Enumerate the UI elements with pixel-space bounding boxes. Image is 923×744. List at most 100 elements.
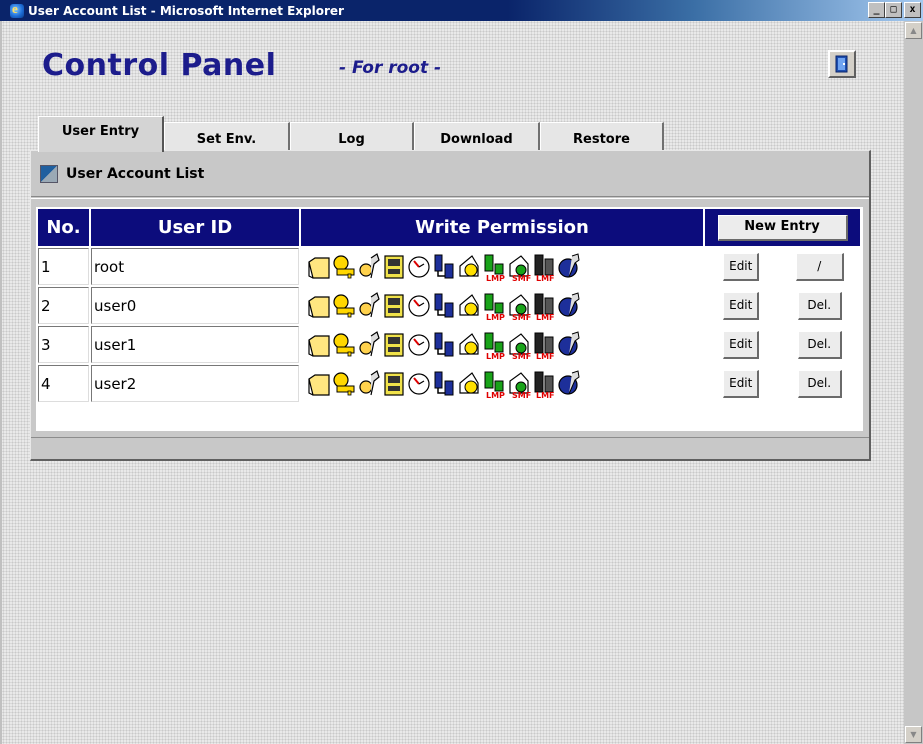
write-permission-cell: LMP SMF LMF	[301, 248, 703, 285]
edit-button[interactable]: Edit	[723, 252, 760, 281]
smf-icon[interactable]: SMF	[507, 330, 531, 360]
globe-wrench-icon[interactable]	[557, 369, 581, 399]
new-entry-cell: New Entry	[705, 209, 860, 246]
delete-button[interactable]: Del.	[797, 291, 842, 320]
server-icon[interactable]	[382, 252, 406, 282]
maximize-button[interactable]: □	[885, 2, 902, 18]
write-permission-cell: LMP SMF LMF	[301, 326, 703, 363]
edit-button[interactable]: Edit	[723, 369, 760, 398]
smf-icon[interactable]: SMF	[507, 369, 531, 399]
edit-button[interactable]: Edit	[723, 291, 760, 320]
network-icon[interactable]	[432, 291, 456, 321]
user-id-cell: user1	[91, 326, 299, 363]
cmf-icon[interactable]: LMF	[532, 369, 556, 399]
panel-footer	[31, 437, 869, 459]
row-number: 2	[38, 287, 89, 324]
tab-label: Set Env.	[196, 132, 257, 147]
minimize-button[interactable]: _	[868, 2, 885, 18]
delete-button[interactable]: Del.	[797, 369, 842, 398]
folder-icon[interactable]	[307, 291, 331, 321]
clock-icon[interactable]	[407, 330, 431, 360]
cmf-icon[interactable]: LMF	[532, 291, 556, 321]
tab-set-env[interactable]: Set Env.	[164, 122, 290, 151]
printer-icon[interactable]	[457, 252, 481, 282]
svg-text:LMP: LMP	[486, 352, 505, 360]
internet-explorer-icon	[10, 1, 24, 18]
tab-label: Download	[440, 132, 513, 147]
key-icon[interactable]	[332, 369, 356, 399]
scroll-up-arrow-icon[interactable]: ▲	[905, 22, 922, 39]
folder-icon[interactable]	[307, 369, 331, 399]
lmp-icon[interactable]: LMP	[482, 330, 506, 360]
user-id-cell: user0	[91, 287, 299, 324]
action-cell: Del.	[779, 326, 860, 363]
server-icon[interactable]	[382, 330, 406, 360]
wrench-icon[interactable]	[357, 291, 381, 321]
globe-wrench-icon[interactable]	[557, 330, 581, 360]
close-button[interactable]: x	[904, 2, 921, 18]
user-id-cell: user2	[91, 365, 299, 402]
globe-wrench-icon[interactable]	[557, 252, 581, 282]
action-cell: /	[779, 248, 860, 285]
logout-button[interactable]	[828, 50, 856, 78]
clock-icon[interactable]	[407, 369, 431, 399]
wrench-icon[interactable]	[357, 252, 381, 282]
svg-text:SMF: SMF	[512, 274, 531, 282]
server-icon[interactable]	[382, 369, 406, 399]
table-row: 4 user2 LMP SMF LMF Edit Del.	[38, 365, 860, 402]
printer-icon[interactable]	[457, 291, 481, 321]
row-number: 1	[38, 248, 89, 285]
table-header-row: No. User ID Write Permission New Entry	[38, 209, 860, 246]
folder-icon[interactable]	[307, 252, 331, 282]
svg-text:LMF: LMF	[536, 391, 555, 399]
new-entry-button[interactable]: New Entry	[717, 215, 848, 241]
column-header-user-id: User ID	[91, 209, 299, 246]
wrench-icon[interactable]	[357, 330, 381, 360]
tab-log[interactable]: Log	[290, 122, 414, 151]
folder-icon[interactable]	[307, 330, 331, 360]
permission-icons: LMP SMF LMF	[307, 367, 697, 401]
clock-icon[interactable]	[407, 252, 431, 282]
table-row: 2 user0 LMP SMF LMF Edit Del.	[38, 287, 860, 324]
scroll-down-arrow-icon[interactable]: ▼	[905, 726, 922, 743]
user-account-table: No. User ID Write Permission New Entry 1…	[36, 207, 862, 404]
server-icon[interactable]	[382, 291, 406, 321]
svg-text:LMP: LMP	[486, 274, 505, 282]
cmf-icon[interactable]: LMF	[532, 330, 556, 360]
network-icon[interactable]	[432, 330, 456, 360]
tab-restore[interactable]: Restore	[540, 122, 664, 151]
lmp-icon[interactable]: LMP	[482, 252, 506, 282]
tab-user-entry[interactable]: User Entry	[38, 116, 164, 152]
network-icon[interactable]	[432, 369, 456, 399]
divider	[31, 196, 869, 199]
delete-button[interactable]: Del.	[797, 330, 842, 359]
user-account-panel: User Account List No. User ID Write Perm…	[30, 150, 871, 461]
panel-header: User Account List	[31, 151, 869, 196]
edit-cell: Edit	[705, 287, 777, 324]
lmp-icon[interactable]: LMP	[482, 369, 506, 399]
network-icon[interactable]	[432, 252, 456, 282]
vertical-scrollbar[interactable]: ▲ ▼	[904, 21, 923, 744]
clock-icon[interactable]	[407, 291, 431, 321]
tab-download[interactable]: Download	[414, 122, 540, 151]
smf-icon[interactable]: SMF	[507, 291, 531, 321]
smf-icon[interactable]: SMF	[507, 252, 531, 282]
key-icon[interactable]	[332, 291, 356, 321]
tab-label: Restore	[573, 132, 630, 147]
window-caption-buttons: _ □ x	[868, 2, 921, 18]
root-action-button[interactable]: /	[795, 252, 844, 281]
page-subtitle: - For root -	[339, 58, 442, 78]
page-title: Control Panel	[42, 48, 277, 83]
printer-icon[interactable]	[457, 330, 481, 360]
account-table-container: No. User ID Write Permission New Entry 1…	[36, 207, 863, 431]
key-icon[interactable]	[332, 252, 356, 282]
globe-wrench-icon[interactable]	[557, 291, 581, 321]
svg-text:SMF: SMF	[512, 391, 531, 399]
printer-icon[interactable]	[457, 369, 481, 399]
edit-button[interactable]: Edit	[723, 330, 760, 359]
wrench-icon[interactable]	[357, 369, 381, 399]
key-icon[interactable]	[332, 330, 356, 360]
lmp-icon[interactable]: LMP	[482, 291, 506, 321]
cmf-icon[interactable]: LMF	[532, 252, 556, 282]
column-header-no: No.	[38, 209, 89, 246]
